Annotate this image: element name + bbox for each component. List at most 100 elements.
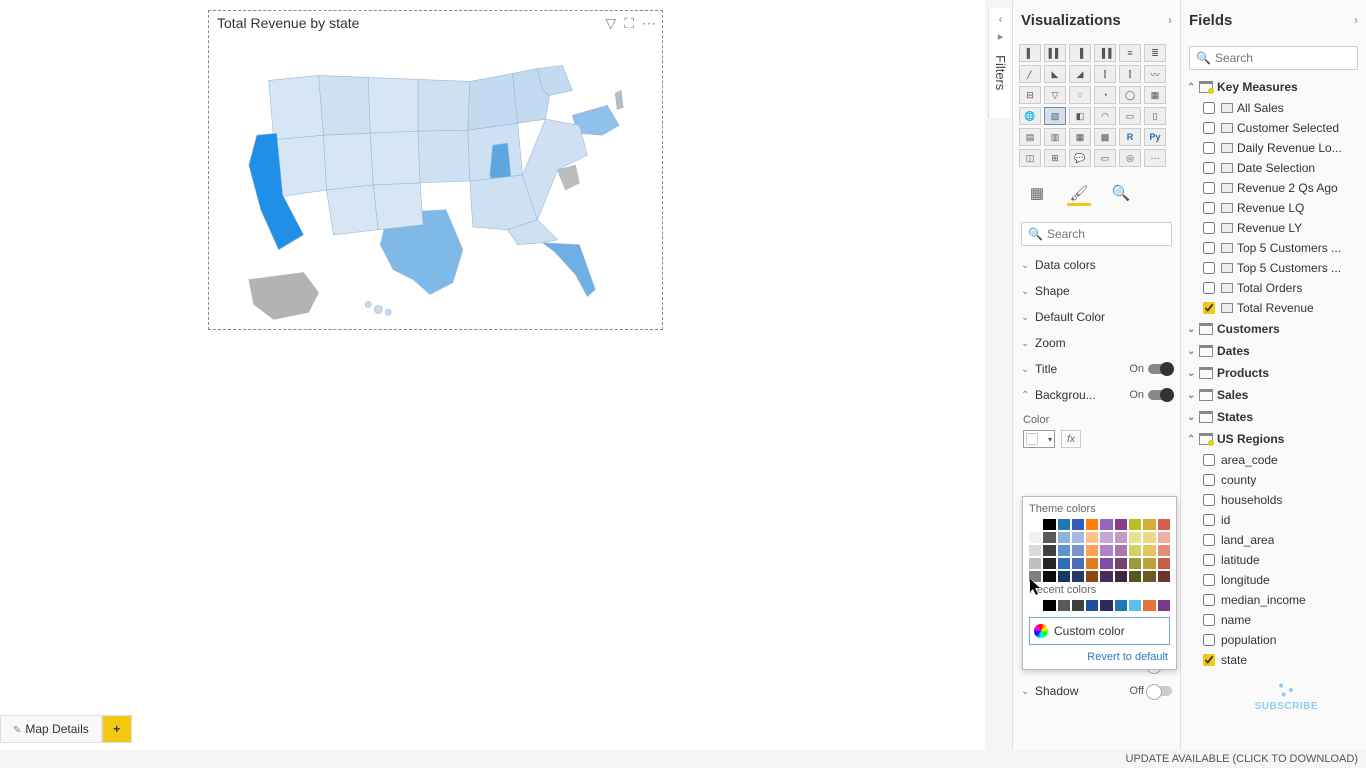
- waterfall-icon[interactable]: ⊟: [1019, 86, 1041, 104]
- color-swatch[interactable]: [1129, 519, 1141, 530]
- slicer-icon[interactable]: ▥: [1044, 128, 1066, 146]
- color-swatch[interactable]: [1129, 545, 1141, 556]
- clustered-column-icon[interactable]: ▐▐: [1094, 44, 1116, 62]
- field-item[interactable]: Total Revenue: [1181, 298, 1366, 318]
- field-item[interactable]: Top 5 Customers ...: [1181, 238, 1366, 258]
- chevron-right-icon[interactable]: ›: [1168, 13, 1172, 27]
- field-item[interactable]: Revenue LY: [1181, 218, 1366, 238]
- color-swatch[interactable]: [1086, 571, 1098, 582]
- field-table-customers[interactable]: ⌄Customers: [1181, 318, 1366, 340]
- field-item[interactable]: Date Selection: [1181, 158, 1366, 178]
- color-swatch-dropdown[interactable]: ▾: [1023, 430, 1055, 448]
- treemap-icon[interactable]: ▦: [1144, 86, 1166, 104]
- field-item[interactable]: land_area: [1181, 530, 1366, 550]
- py-visual-icon[interactable]: Py: [1144, 128, 1166, 146]
- field-item[interactable]: households: [1181, 490, 1366, 510]
- color-swatch[interactable]: [1043, 532, 1055, 543]
- color-swatch[interactable]: [1143, 571, 1155, 582]
- background-toggle[interactable]: On: [1129, 389, 1172, 401]
- color-swatch[interactable]: [1072, 571, 1084, 582]
- color-swatch[interactable]: [1100, 519, 1112, 530]
- color-swatch[interactable]: [1043, 558, 1055, 569]
- field-checkbox[interactable]: [1203, 122, 1215, 134]
- key-influencers-icon[interactable]: ◫: [1019, 149, 1041, 167]
- field-checkbox[interactable]: [1203, 514, 1215, 526]
- analytics-tab[interactable]: 🔍: [1109, 182, 1133, 206]
- color-swatch[interactable]: [1086, 545, 1098, 556]
- color-swatch[interactable]: [1158, 571, 1170, 582]
- color-swatch[interactable]: [1158, 600, 1170, 611]
- field-checkbox[interactable]: [1203, 182, 1215, 194]
- paginated-icon[interactable]: ▭: [1094, 149, 1116, 167]
- color-swatch[interactable]: [1029, 558, 1041, 569]
- field-table-states[interactable]: ⌄States: [1181, 406, 1366, 428]
- stacked-bar-100-icon[interactable]: ≡: [1119, 44, 1141, 62]
- qa-icon[interactable]: 💬: [1069, 149, 1091, 167]
- color-swatch[interactable]: [1115, 600, 1127, 611]
- stacked-col-100-icon[interactable]: ≣: [1144, 44, 1166, 62]
- color-swatch[interactable]: [1115, 571, 1127, 582]
- color-swatch[interactable]: [1158, 558, 1170, 569]
- color-swatch[interactable]: [1086, 600, 1098, 611]
- color-swatch[interactable]: [1100, 558, 1112, 569]
- color-swatch[interactable]: [1143, 600, 1155, 611]
- format-default-color[interactable]: ⌄Default Color: [1013, 304, 1180, 330]
- filled-map-icon[interactable]: ▨: [1044, 107, 1066, 125]
- color-swatch[interactable]: [1043, 600, 1055, 611]
- field-checkbox[interactable]: [1203, 574, 1215, 586]
- map-icon[interactable]: 🌐: [1019, 107, 1041, 125]
- decomp-tree-icon[interactable]: ⊞: [1044, 149, 1066, 167]
- color-swatch[interactable]: [1129, 558, 1141, 569]
- color-swatch[interactable]: [1043, 519, 1055, 530]
- field-checkbox[interactable]: [1203, 202, 1215, 214]
- color-swatch[interactable]: [1115, 545, 1127, 556]
- field-checkbox[interactable]: [1203, 474, 1215, 486]
- field-table-key-measures[interactable]: ⌃Key Measures: [1181, 76, 1366, 98]
- fields-well-tab[interactable]: ▦: [1025, 182, 1049, 206]
- field-checkbox[interactable]: [1203, 534, 1215, 546]
- focus-mode-icon[interactable]: ⛶: [624, 15, 634, 32]
- field-table-us-regions[interactable]: ⌃US Regions: [1181, 428, 1366, 450]
- custom-color-button[interactable]: Custom color: [1029, 617, 1170, 645]
- color-swatch[interactable]: [1143, 519, 1155, 530]
- scatter-icon[interactable]: ⁘: [1069, 86, 1091, 104]
- line-chart-icon[interactable]: 〳: [1019, 65, 1041, 83]
- field-item[interactable]: Revenue LQ: [1181, 198, 1366, 218]
- color-swatch[interactable]: [1129, 532, 1141, 543]
- filters-pane-collapsed[interactable]: ‹ ▸ Filters: [988, 8, 1012, 118]
- field-checkbox[interactable]: [1203, 262, 1215, 274]
- kpi-icon[interactable]: ▤: [1019, 128, 1041, 146]
- color-swatch[interactable]: [1072, 600, 1084, 611]
- field-item[interactable]: area_code: [1181, 450, 1366, 470]
- field-checkbox[interactable]: [1203, 634, 1215, 646]
- field-checkbox[interactable]: [1203, 162, 1215, 174]
- color-swatch[interactable]: [1158, 532, 1170, 543]
- color-swatch[interactable]: [1029, 532, 1041, 543]
- color-swatch[interactable]: [1029, 545, 1041, 556]
- color-swatch[interactable]: [1115, 532, 1127, 543]
- color-swatch[interactable]: [1129, 571, 1141, 582]
- format-background[interactable]: ⌃Backgrou...On: [1013, 382, 1180, 408]
- format-shape[interactable]: ⌄Shape: [1013, 278, 1180, 304]
- field-table-dates[interactable]: ⌄Dates: [1181, 340, 1366, 362]
- color-swatch[interactable]: [1143, 558, 1155, 569]
- shadow-toggle[interactable]: Off: [1130, 685, 1172, 697]
- fields-search[interactable]: 🔍: [1189, 46, 1358, 70]
- field-item[interactable]: name: [1181, 610, 1366, 630]
- field-item[interactable]: state: [1181, 650, 1366, 670]
- multi-card-icon[interactable]: ▯: [1144, 107, 1166, 125]
- field-item[interactable]: median_income: [1181, 590, 1366, 610]
- line-column-icon[interactable]: ⫿: [1094, 65, 1116, 83]
- more-options-icon[interactable]: ⋯: [642, 15, 656, 32]
- color-swatch[interactable]: [1158, 545, 1170, 556]
- field-table-sales[interactable]: ⌄Sales: [1181, 384, 1366, 406]
- gauge-icon[interactable]: ◠: [1094, 107, 1116, 125]
- field-checkbox[interactable]: [1203, 102, 1215, 114]
- field-item[interactable]: All Sales: [1181, 98, 1366, 118]
- filter-icon[interactable]: ▽: [605, 15, 616, 32]
- field-item[interactable]: Customer Selected: [1181, 118, 1366, 138]
- color-swatch[interactable]: [1029, 600, 1041, 611]
- conditional-formatting-button[interactable]: fx: [1061, 430, 1081, 448]
- card-icon[interactable]: ▭: [1119, 107, 1141, 125]
- line-column2-icon[interactable]: ⫿: [1119, 65, 1141, 83]
